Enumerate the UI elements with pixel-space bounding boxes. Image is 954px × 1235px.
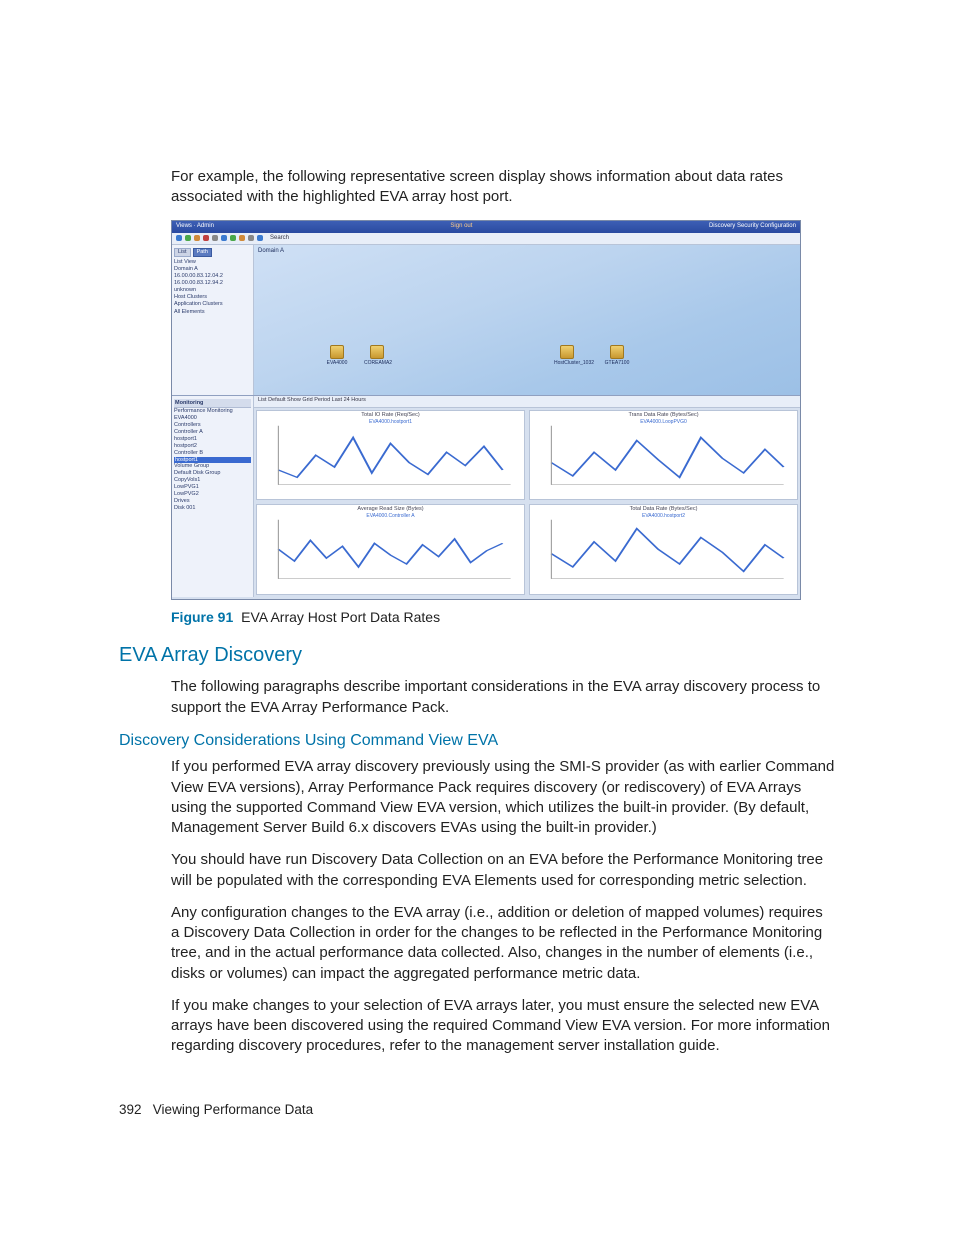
toolbar-search-label: Search	[270, 234, 289, 242]
chart-line-icon	[257, 411, 524, 500]
domain-label: Domain A	[258, 247, 284, 255]
titlebar-right: Discovery Security Configuration	[709, 222, 796, 230]
chart-line-icon	[257, 505, 524, 594]
figure-caption: Figure 91 EVA Array Host Port Data Rates	[171, 608, 835, 627]
topology-node[interactable]: COREAMA2	[364, 345, 390, 367]
mtree-item[interactable]: hostport1	[174, 436, 251, 443]
chart-panel-4: Total Data Rate (Bytes/Sec) EVA4000.host…	[529, 504, 798, 595]
mtree-item[interactable]: Controller A	[174, 429, 251, 436]
section2-para: Any configuration changes to the EVA arr…	[171, 903, 835, 984]
monitoring-header: Monitoring	[174, 399, 251, 409]
page-number: 392	[119, 1102, 142, 1117]
topology-node[interactable]: EVA4000	[324, 345, 350, 367]
toolbar-icon[interactable]	[194, 235, 200, 241]
tree-item[interactable]: Application Clusters	[174, 301, 251, 308]
chart-toolbar-text: List Default Show Grid Period Last 24 Ho…	[258, 397, 366, 404]
node-label: GTEA7100	[604, 360, 630, 367]
tree-item[interactable]: All Elements	[174, 309, 251, 316]
section2-para: You should have run Discovery Data Colle…	[171, 850, 835, 891]
page-footer: 392 Viewing Performance Data	[119, 1101, 313, 1119]
storage-icon	[610, 345, 624, 359]
mtree-item-selected[interactable]: hostport1	[174, 457, 251, 464]
tree-item[interactable]: List View	[174, 259, 251, 266]
section2-para: If you make changes to your selection of…	[171, 996, 835, 1057]
section1-para: The following paragraphs describe import…	[171, 677, 835, 718]
chart-line-icon	[530, 505, 797, 594]
toolbar-icon[interactable]	[185, 235, 191, 241]
storage-icon	[370, 345, 384, 359]
mtree-item[interactable]: Performance Monitoring	[174, 408, 251, 415]
mtree-item[interactable]: Default Disk Group	[174, 470, 251, 477]
chart-panel-3: Average Read Size (Bytes) EVA4000.Contro…	[256, 504, 525, 595]
tree-item[interactable]: 16.00.00.83.12.04.2	[174, 273, 251, 280]
monitoring-tree[interactable]: Monitoring Performance Monitoring EVA400…	[172, 396, 254, 597]
toolbar-icon[interactable]	[212, 235, 218, 241]
mtree-item[interactable]: Controllers	[174, 422, 251, 429]
node-label: HostCluster_1032	[554, 360, 580, 367]
toolbar-icon[interactable]	[176, 235, 182, 241]
tree-tab-list[interactable]: List	[174, 248, 191, 257]
chart-toolbar: List Default Show Grid Period Last 24 Ho…	[254, 396, 800, 408]
toolbar-icon[interactable]	[203, 235, 209, 241]
tree-item[interactable]: Domain A	[174, 266, 251, 273]
topology-node[interactable]: GTEA7100	[604, 345, 630, 367]
mtree-item[interactable]: LowPVG1	[174, 484, 251, 491]
topology-node[interactable]: HostCluster_1032	[554, 345, 580, 367]
intro-paragraph: For example, the following representativ…	[171, 167, 835, 208]
mtree-item[interactable]: hostport2	[174, 443, 251, 450]
toolbar-icon[interactable]	[248, 235, 254, 241]
app-titlebar: Views · Admin Sign out Discovery Securit…	[172, 221, 800, 233]
chart-line-icon	[530, 411, 797, 500]
node-label: EVA4000	[324, 360, 350, 367]
mtree-item[interactable]: Volume Group	[174, 463, 251, 470]
toolbar-icon[interactable]	[230, 235, 236, 241]
app-screenshot: Views · Admin Sign out Discovery Securit…	[171, 220, 801, 600]
mtree-item[interactable]: EVA4000	[174, 415, 251, 422]
topology-canvas[interactable]: Domain A EVA4000 COREAMA2 HostCluster_10…	[254, 245, 800, 395]
nav-tree[interactable]: List Path List View Domain A 16.00.00.83…	[172, 245, 254, 395]
node-label: COREAMA2	[364, 360, 390, 367]
figure-caption-text: EVA Array Host Port Data Rates	[241, 609, 440, 625]
chart-panel-1: Total IO Rate (Req/Sec) EVA4000.hostport…	[256, 410, 525, 501]
toolbar-icon[interactable]	[239, 235, 245, 241]
tree-tab-path[interactable]: Path	[193, 248, 212, 257]
mtree-item[interactable]: CopyVols1	[174, 477, 251, 484]
app-toolbar: Search	[172, 233, 800, 245]
mtree-item[interactable]: Controller B	[174, 450, 251, 457]
section2-para: If you performed EVA array discovery pre…	[171, 757, 835, 838]
tree-item[interactable]: Host Clusters	[174, 294, 251, 301]
footer-chapter-title: Viewing Performance Data	[153, 1102, 313, 1117]
mtree-item[interactable]: Drives	[174, 498, 251, 505]
mtree-item[interactable]: LowPVG2	[174, 491, 251, 498]
tree-item[interactable]: unknown	[174, 287, 251, 294]
toolbar-icon[interactable]	[257, 235, 263, 241]
signout-link[interactable]: Sign out	[450, 222, 472, 230]
figure-label: Figure 91	[171, 609, 233, 625]
chart-panel-2: Trans Data Rate (Bytes/Sec) EVA4000.Loop…	[529, 410, 798, 501]
subsection-heading-discovery-considerations: Discovery Considerations Using Command V…	[119, 730, 835, 752]
titlebar-left: Views · Admin	[176, 222, 214, 230]
figure-screenshot: Views · Admin Sign out Discovery Securit…	[171, 220, 835, 600]
toolbar-icon[interactable]	[221, 235, 227, 241]
cluster-icon	[560, 345, 574, 359]
storage-icon	[330, 345, 344, 359]
tree-item[interactable]: 16.00.00.83.12.94.2	[174, 280, 251, 287]
mtree-item[interactable]: Disk 001	[174, 505, 251, 512]
section-heading-eva-discovery: EVA Array Discovery	[119, 642, 835, 669]
